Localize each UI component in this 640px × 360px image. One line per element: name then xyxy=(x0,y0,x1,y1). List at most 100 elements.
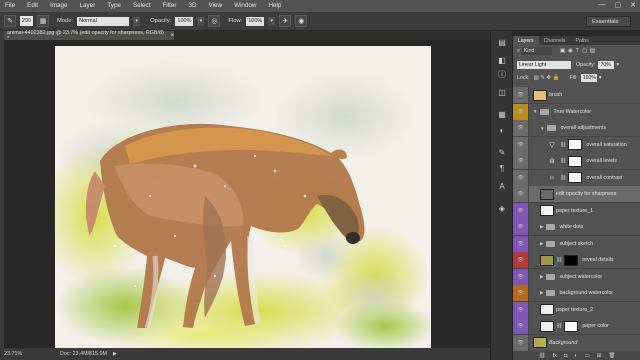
opacity-field[interactable]: 100% xyxy=(175,16,194,26)
menu-type[interactable]: Type xyxy=(101,0,127,12)
pressure-size-icon[interactable]: ◉ xyxy=(295,15,308,27)
layer-row[interactable]: 👁 edit opacity for sharpness xyxy=(513,186,640,203)
pressure-opacity-icon[interactable]: ◎ xyxy=(208,15,221,27)
styles-icon[interactable]: ◈ xyxy=(496,203,508,213)
document-tab[interactable]: animal-4402382.jpg @ 23.7% (edit opacity… xyxy=(4,30,174,42)
layer-thumbnail[interactable] xyxy=(540,320,554,332)
fx-icon[interactable]: fx xyxy=(553,353,557,359)
tab-layers[interactable]: Layers xyxy=(513,36,539,45)
paragraph-icon[interactable]: ¶ xyxy=(496,163,508,173)
layer-mask-thumbnail[interactable] xyxy=(568,139,583,150)
visibility-eye-icon[interactable]: 👁 xyxy=(513,301,529,318)
group-toggle-icon[interactable]: ▶ xyxy=(540,274,543,280)
layer-row[interactable]: 👁 paper texture_2 xyxy=(513,301,640,319)
group-toggle-icon[interactable]: ▼ xyxy=(540,126,544,131)
visibility-eye-icon[interactable]: 👁 xyxy=(513,120,529,136)
layer-opacity-field[interactable]: 70% xyxy=(598,61,615,69)
group-toggle-icon[interactable]: ▶ xyxy=(540,290,543,296)
adjustments-icon[interactable]: ◐ xyxy=(496,125,508,135)
flow-dropdown-icon[interactable]: ▾ xyxy=(268,16,276,26)
layer-thumbnail[interactable] xyxy=(540,188,554,200)
layer-row[interactable]: 👁 brush xyxy=(513,87,640,104)
status-menu-icon[interactable]: ▶ xyxy=(113,351,117,357)
layer-row[interactable]: 👁 ⛓ reveal details xyxy=(513,252,640,269)
menu-layer[interactable]: Layer xyxy=(74,0,102,12)
mode-select[interactable]: Normal xyxy=(77,16,130,26)
menu-image[interactable]: Image xyxy=(44,0,74,12)
visibility-eye-icon[interactable]: 👁 xyxy=(513,186,529,202)
layer-mask-thumbnail[interactable] xyxy=(568,155,583,167)
layer-row[interactable]: 👁 ▼ True Watercolor xyxy=(513,103,640,121)
blend-mode-select[interactable]: Linear Light xyxy=(517,61,571,69)
info-icon[interactable]: ⓘ xyxy=(496,69,508,79)
link-icon[interactable]: ⛓ xyxy=(560,158,566,164)
layer-thumbnail[interactable] xyxy=(533,89,547,101)
menu-select[interactable]: Select xyxy=(127,0,157,12)
minimize-button[interactable]: — xyxy=(599,1,606,9)
mask-icon[interactable]: ◘ xyxy=(564,353,567,359)
visibility-eye-icon[interactable]: 👁 xyxy=(513,202,529,219)
close-button[interactable]: ✕ xyxy=(630,1,636,9)
group-toggle-icon[interactable]: ▶ xyxy=(540,224,543,230)
link-icon[interactable]: ⛓ xyxy=(556,257,562,263)
menu-3d[interactable]: 3D xyxy=(182,0,202,12)
visibility-eye-icon[interactable]: 👁 xyxy=(513,318,529,334)
link-icon[interactable]: ⛓ xyxy=(556,323,562,329)
group-toggle-icon[interactable]: ▼ xyxy=(533,109,537,114)
menu-view[interactable]: View xyxy=(203,0,229,12)
layer-thumbnail[interactable] xyxy=(533,337,547,348)
visibility-eye-icon[interactable]: 👁 xyxy=(513,268,529,285)
visibility-eye-icon[interactable]: 👁 xyxy=(513,169,529,186)
layer-thumbnail[interactable] xyxy=(540,205,554,216)
brush-presets-icon[interactable]: ✎ xyxy=(496,147,508,157)
visibility-eye-icon[interactable]: 👁 xyxy=(513,219,529,235)
flow-field[interactable]: 100% xyxy=(246,16,265,26)
opacity-dropdown-icon[interactable]: ▾ xyxy=(616,62,619,68)
tab-paths[interactable]: Paths xyxy=(571,36,594,45)
visibility-eye-icon[interactable]: 👁 xyxy=(513,235,529,252)
layer-mask-thumbnail[interactable] xyxy=(564,320,579,332)
visibility-eye-icon[interactable]: 👁 xyxy=(513,87,529,103)
layer-row[interactable]: 👁 ⛓ paper color xyxy=(513,318,640,335)
visibility-eye-icon[interactable]: 👁 xyxy=(513,153,529,169)
swatches-icon[interactable]: ▦ xyxy=(496,109,508,119)
layer-thumbnail[interactable] xyxy=(540,304,554,315)
layer-row[interactable]: 👁 ▶ white dots xyxy=(513,219,640,236)
layer-mask-thumbnail[interactable] xyxy=(564,254,579,266)
watercolor-artwork[interactable] xyxy=(55,46,431,348)
layer-row[interactable]: 👁 ▶ subject sketch xyxy=(513,235,640,253)
workspace-switcher[interactable]: Essentials xyxy=(586,16,631,27)
filter-kind-select[interactable]: Kind xyxy=(521,47,552,55)
airbrush-icon[interactable]: ✈ xyxy=(279,15,292,27)
layer-row[interactable]: 👁 ▶ background watercolor xyxy=(513,285,640,302)
color-icon[interactable]: ◫ xyxy=(496,87,508,97)
folder-icon[interactable]: ▭ xyxy=(585,353,590,359)
layer-row[interactable]: 👁 ▶ subject watercolor xyxy=(513,268,640,286)
layer-row[interactable]: 👁 ▼ overall adjustments xyxy=(513,120,640,137)
menu-window[interactable]: Window xyxy=(228,0,262,12)
brush-panel-icon[interactable]: ▦ xyxy=(37,15,49,27)
filter-icons[interactable]: ▣◉T▢▨ xyxy=(560,48,598,54)
visibility-eye-icon[interactable]: 👁 xyxy=(513,136,529,153)
menu-file[interactable]: File xyxy=(0,0,21,12)
layer-row[interactable]: 👁 Background xyxy=(513,334,640,352)
layer-thumbnail[interactable] xyxy=(540,254,554,266)
brush-size-field[interactable]: 200 xyxy=(20,16,33,26)
visibility-eye-icon[interactable]: 👁 xyxy=(513,285,529,301)
properties-icon[interactable]: ◧ xyxy=(496,55,508,65)
mode-dropdown-icon[interactable]: ▾ xyxy=(133,16,141,26)
layer-row[interactable]: 👁 ☼ ⛓ overall contrast xyxy=(513,169,640,187)
link-icon[interactable]: ⛓ xyxy=(560,175,566,181)
maximize-button[interactable]: ▢ xyxy=(615,1,622,9)
canvas-area[interactable] xyxy=(4,40,490,348)
link-icon[interactable]: ⛓ xyxy=(560,142,566,148)
character-icon[interactable]: A xyxy=(496,181,508,191)
adjustment-icon[interactable]: ◐ xyxy=(574,353,577,359)
opacity-dropdown-icon[interactable]: ▾ xyxy=(197,16,205,26)
menu-help[interactable]: Help xyxy=(262,0,287,12)
visibility-eye-icon[interactable]: 👁 xyxy=(513,103,529,120)
trash-icon[interactable]: 🗑 xyxy=(608,353,615,359)
group-toggle-icon[interactable]: ▶ xyxy=(540,241,543,247)
lock-icons[interactable]: ▨ ✎ ✥ 🔒 xyxy=(534,75,560,81)
layer-row[interactable]: 👁 paper texture_1 xyxy=(513,202,640,220)
